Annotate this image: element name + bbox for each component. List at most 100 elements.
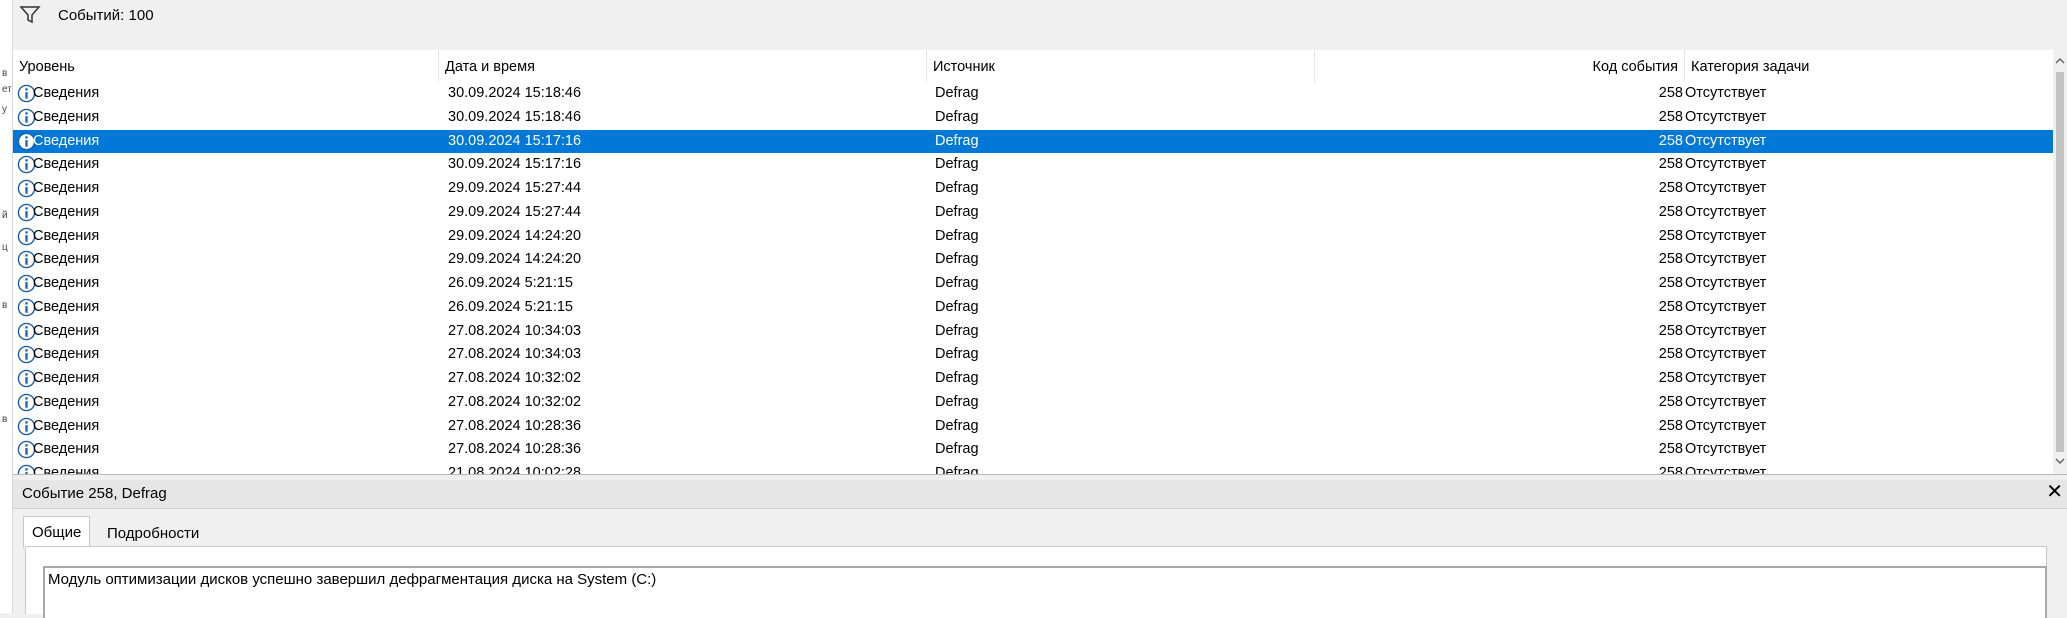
table-row[interactable]: Сведения 29.09.2024 15:27:44 Defrag 258 Отсу… — [13, 201, 2053, 225]
level-cell: Сведения — [33, 346, 100, 363]
datetime-cell: 27.08.2024 10:34:03 — [448, 346, 582, 363]
table-row[interactable]: Сведения 29.09.2024 15:27:44 Defrag 258 Отсу… — [13, 177, 2053, 201]
source-cell: Defrag — [935, 393, 979, 410]
table-row[interactable]: Сведения 27.08.2024 10:34:03 Defrag 258 Отсу… — [13, 343, 2053, 367]
source-cell: Defrag — [935, 465, 979, 475]
left-pane-clipped-char: в — [2, 300, 8, 311]
level-cell: Сведения — [33, 180, 100, 196]
level-cell: Сведения — [33, 465, 100, 475]
source-cell: Defrag — [935, 322, 979, 339]
vertical-scrollbar[interactable] — [2053, 50, 2067, 474]
table-row[interactable]: Сведения 27.08.2024 10:32:02 Defrag 258 Отсу… — [13, 391, 2053, 415]
event-message-text: Модуль оптимизации дисков успешно заверш… — [48, 571, 657, 588]
event-code-cell: 258 — [1658, 203, 1683, 220]
source-cell: Defrag — [935, 417, 979, 434]
tab-details[interactable]: Подробности — [99, 520, 207, 547]
source-cell: Defrag — [935, 441, 979, 458]
left-pane-edge: в ет у й ц в в — [0, 0, 13, 613]
task-category-cell: Отсутствует — [1685, 275, 1767, 291]
datetime-cell: 27.08.2024 10:32:02 — [448, 370, 582, 386]
details-title: Событие 258, Defrag — [22, 485, 167, 502]
table-row[interactable]: Сведения 27.08.2024 10:34:03 Defrag 258 Отсу… — [13, 320, 2053, 344]
event-code-cell: 258 — [1658, 180, 1683, 196]
event-code-cell: 258 — [1658, 251, 1683, 268]
left-pane-clipped-char: в — [2, 68, 8, 79]
level-cell: Сведения — [33, 132, 100, 149]
scroll-down-arrow-icon[interactable] — [2055, 456, 2065, 466]
task-category-cell: Отсутствует — [1685, 251, 1767, 268]
task-category-cell: Отсутствует — [1685, 393, 1767, 410]
event-code-cell: 258 — [1658, 85, 1683, 101]
event-message-box[interactable]: Модуль оптимизации дисков успешно заверш… — [43, 566, 2047, 618]
task-category-cell: Отсутствует — [1685, 441, 1767, 458]
source-cell: Defrag — [935, 251, 979, 268]
level-cell: Сведения — [33, 441, 100, 458]
datetime-cell: 29.09.2024 14:24:20 — [448, 227, 582, 244]
task-category-cell: Отсутствует — [1685, 203, 1767, 220]
event-code-cell: 258 — [1658, 227, 1683, 244]
table-row[interactable]: Сведения 30.09.2024 15:18:46 Defrag 258 Отсу… — [13, 106, 2053, 130]
event-code-cell: 258 — [1658, 465, 1683, 475]
task-category-cell: Отсутствует — [1685, 132, 1767, 149]
datetime-cell: 26.09.2024 5:21:15 — [448, 298, 573, 315]
table-row[interactable]: Сведения 27.08.2024 10:28:36 Defrag 258 Отсу… — [13, 438, 2053, 462]
level-cell: Сведения — [33, 298, 100, 315]
datetime-cell: 29.09.2024 15:27:44 — [448, 180, 582, 196]
source-cell: Defrag — [935, 275, 979, 291]
task-category-cell: Отсутствует — [1685, 298, 1767, 315]
level-cell: Сведения — [33, 227, 100, 244]
level-cell: Сведения — [33, 393, 100, 410]
source-cell: Defrag — [935, 203, 979, 220]
level-cell: Сведения — [33, 85, 100, 101]
event-code-cell: 258 — [1658, 322, 1683, 339]
datetime-cell: 29.09.2024 15:27:44 — [448, 203, 582, 220]
table-row[interactable]: Сведения 26.09.2024 5:21:15 Defrag 258 Отсут… — [13, 272, 2053, 296]
level-cell: Сведения — [33, 251, 100, 268]
table-row[interactable]: Сведения 30.09.2024 15:18:46 Defrag 258 Отсу… — [13, 82, 2053, 106]
left-pane-clipped-char: в — [2, 414, 8, 425]
column-header-datetime[interactable]: Дата и время — [439, 50, 927, 82]
source-cell: Defrag — [935, 85, 979, 101]
table-row[interactable]: Сведения 27.08.2024 10:28:36 Defrag 258 Отсу… — [13, 415, 2053, 439]
table-row[interactable]: Сведения 26.09.2024 5:21:15 Defrag 258 Отсут… — [13, 296, 2053, 320]
column-header-task-category[interactable]: Категория задачи — [1685, 50, 2053, 82]
table-row[interactable]: Сведения 21.08.2024 10:02:28 Defrag 258 Отсу… — [13, 462, 2053, 475]
filter-icon[interactable] — [19, 5, 41, 25]
source-cell: Defrag — [935, 156, 979, 173]
task-category-cell: Отсутствует — [1685, 322, 1767, 339]
datetime-cell: 26.09.2024 5:21:15 — [448, 275, 573, 291]
datetime-cell: 27.08.2024 10:28:36 — [448, 441, 582, 458]
task-category-cell: Отсутствует — [1685, 465, 1767, 475]
task-category-cell: Отсутствует — [1685, 346, 1767, 363]
table-row[interactable]: Сведения 30.09.2024 15:17:16 Defrag 258 Отсу… — [13, 129, 2053, 154]
level-cell: Сведения — [33, 203, 100, 220]
table-row[interactable]: Сведения 29.09.2024 14:24:20 Defrag 258 Отсу… — [13, 225, 2053, 249]
left-pane-clipped-char: й — [2, 210, 8, 221]
close-icon[interactable]: ✕ — [2046, 482, 2063, 502]
event-code-cell: 258 — [1658, 156, 1683, 173]
event-code-cell: 258 — [1658, 132, 1683, 149]
scrollbar-thumb[interactable] — [2056, 72, 2064, 452]
level-cell: Сведения — [33, 156, 100, 173]
column-header-event-code[interactable]: Код события — [1315, 50, 1685, 82]
event-details-pane: Событие 258, Defrag ✕ Общие Подробности … — [13, 480, 2067, 618]
source-cell: Defrag — [935, 370, 979, 386]
scroll-up-arrow-icon[interactable] — [2055, 56, 2065, 66]
event-code-cell: 258 — [1658, 298, 1683, 315]
tab-general[interactable]: Общие — [23, 516, 91, 548]
datetime-cell: 21.08.2024 10:02:28 — [448, 465, 582, 475]
event-rows: Сведения 30.09.2024 15:18:46 Defrag 258 Отсу… — [13, 82, 2053, 475]
table-row[interactable]: Сведения 27.08.2024 10:32:02 Defrag 258 Отсу… — [13, 367, 2053, 391]
column-header-source[interactable]: Источник — [927, 50, 1315, 82]
level-cell: Сведения — [33, 417, 100, 434]
task-category-cell: Отсутствует — [1685, 370, 1767, 386]
table-row[interactable]: Сведения 30.09.2024 15:17:16 Defrag 258 Отсу… — [13, 153, 2053, 177]
datetime-cell: 30.09.2024 15:17:16 — [448, 156, 582, 173]
column-header-level[interactable]: Уровень — [13, 50, 439, 82]
tab-general-content: Модуль оптимизации дисков успешно заверш… — [25, 546, 2047, 618]
level-cell: Сведения — [33, 275, 100, 291]
datetime-cell: 30.09.2024 15:17:16 — [448, 132, 582, 149]
events-list[interactable]: Уровень Дата и время Источник Код событи… — [13, 50, 2067, 475]
datetime-cell: 30.09.2024 15:18:46 — [448, 85, 582, 101]
table-row[interactable]: Сведения 29.09.2024 14:24:20 Defrag 258 Отсу… — [13, 248, 2053, 272]
